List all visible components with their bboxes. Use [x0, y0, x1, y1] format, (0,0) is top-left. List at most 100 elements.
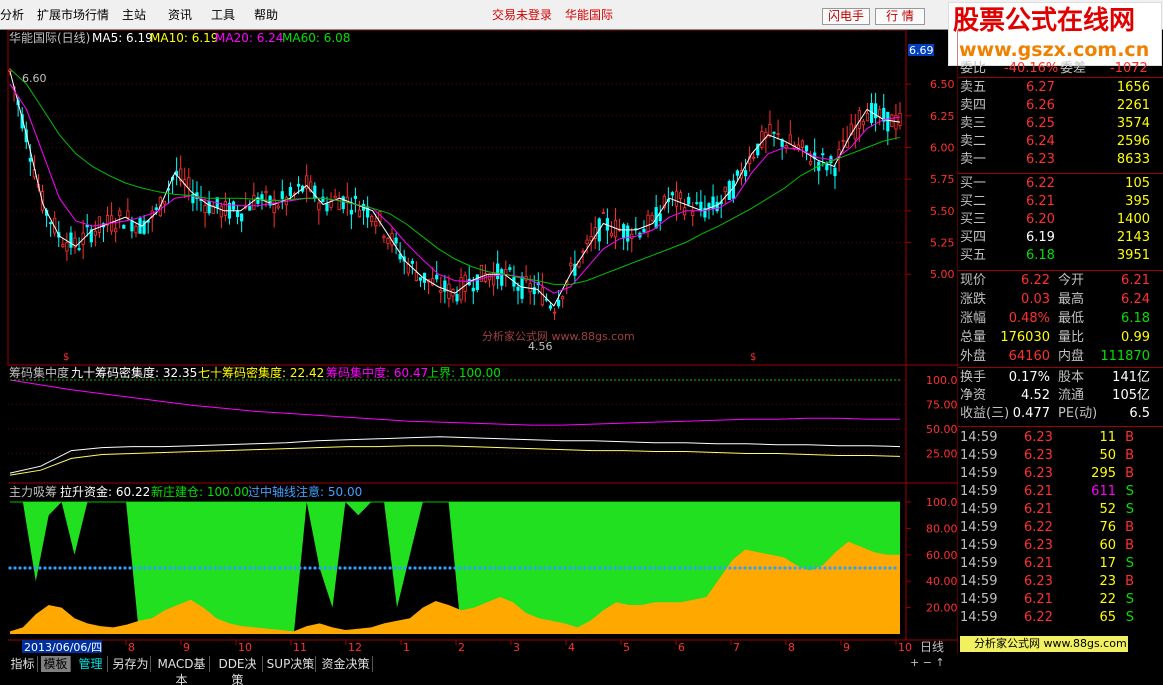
chart-area[interactable]: 华能国际(日线) MA5: 6.19 MA10: 6.19 MA20: 6.24…: [0, 30, 958, 654]
candlesticks: [8, 68, 902, 321]
midline-dot: [88, 566, 92, 570]
midline-dot: [33, 566, 37, 570]
candle-body: [865, 112, 870, 122]
candle-body: [114, 228, 118, 233]
tick-time: 14:59: [960, 520, 998, 535]
midline-dot: [438, 566, 442, 570]
tick-volume: 22: [1099, 592, 1116, 607]
midline-dot: [778, 566, 782, 570]
menu-extended-market[interactable]: 扩展市场行情: [37, 8, 109, 22]
candle-body: [825, 164, 829, 171]
midline-dot: [698, 566, 702, 570]
midline-dot: [408, 566, 412, 570]
fund-label: 净资: [960, 388, 987, 403]
quote-separator: [958, 367, 1163, 368]
stat-label: 总量: [960, 330, 987, 345]
menu-analysis[interactable]: 分析: [0, 8, 24, 22]
candle-body: [691, 211, 695, 216]
midline-dot: [338, 566, 342, 570]
quote-button[interactable]: 行 情: [875, 8, 925, 25]
ask-volume: 2596: [1116, 134, 1150, 149]
ma-line-ma60: [9, 68, 901, 285]
midline-dot: [553, 566, 557, 570]
midline-dot: [428, 566, 432, 570]
candle-body: [85, 224, 89, 228]
candle-body: [463, 274, 467, 292]
y-tick-label: 6.50: [930, 78, 955, 91]
midline-dot: [388, 566, 392, 570]
bottom-tab[interactable]: 另存为: [111, 656, 151, 672]
bid-volume: 3951: [1116, 248, 1150, 263]
bottom-tab[interactable]: MACD基本: [154, 656, 210, 685]
period-label[interactable]: 日线: [920, 640, 944, 654]
menu-tools[interactable]: 工具: [211, 8, 235, 22]
quote-separator: [958, 77, 1163, 78]
candle-body: [207, 201, 211, 214]
menu-news[interactable]: 资讯: [168, 8, 192, 22]
tick-volume: 17: [1099, 556, 1116, 571]
candle-body: [264, 190, 268, 194]
ask-price: 6.25: [1026, 116, 1055, 131]
y-tick-label: 5.50: [930, 205, 955, 218]
stat-label: 今开: [1058, 273, 1085, 288]
tick-price: 6.23: [1024, 538, 1053, 553]
midline-dot: [453, 566, 457, 570]
midline-dot: [623, 566, 627, 570]
midline-dot: [533, 566, 537, 570]
bottom-tab[interactable]: 管理: [74, 656, 108, 672]
bottom-tab[interactable]: 指标: [8, 656, 38, 672]
fund-value: 105亿: [1112, 388, 1150, 403]
bottom-tab[interactable]: DDE决策: [213, 656, 263, 685]
midline-dot: [793, 566, 797, 570]
main-gridlines: [8, 83, 906, 275]
midline-dot: [873, 566, 877, 570]
tick-side: B: [1125, 574, 1134, 589]
midline-dot: [608, 566, 612, 570]
tick-time: 14:59: [960, 430, 998, 445]
bottom-tab[interactable]: 模板: [41, 656, 71, 672]
candle-body: [808, 160, 813, 165]
candle-body: [788, 134, 792, 145]
midline-dot: [823, 566, 827, 570]
tick-price: 6.21: [1024, 556, 1053, 571]
tick-price: 6.21: [1024, 592, 1053, 607]
x-tick-label: 10: [898, 641, 912, 654]
midline-dot: [373, 566, 377, 570]
midline-dot: [78, 566, 82, 570]
candle-body: [687, 196, 691, 205]
candle-body: [800, 140, 805, 148]
midline-dot: [333, 566, 337, 570]
bottom-tab[interactable]: SUP决策: [266, 656, 316, 672]
midline-dot: [23, 566, 27, 570]
midline-dot: [268, 566, 272, 570]
midline-dot: [888, 566, 892, 570]
x-tick-label: 8: [788, 641, 795, 654]
candle-body: [418, 277, 423, 281]
menu-help[interactable]: 帮助: [254, 8, 278, 22]
candle-body: [126, 210, 130, 219]
login-status[interactable]: 交易未登录: [492, 8, 552, 22]
fund-label: 流通: [1058, 388, 1085, 403]
candle-body: [487, 274, 492, 281]
menu-main-station[interactable]: 主站: [122, 8, 146, 22]
midline-dot: [593, 566, 597, 570]
candle-body: [707, 203, 711, 208]
moving-average-lines: [9, 68, 901, 307]
flash-trade-button[interactable]: 闪电手: [822, 8, 870, 25]
tick-side: S: [1125, 502, 1134, 517]
zoom-controls[interactable]: + − ↑: [910, 656, 945, 669]
midline-dot: [753, 566, 757, 570]
tick-side: S: [1125, 556, 1134, 571]
tick-volume: 295: [1091, 466, 1116, 481]
bottom-tab[interactable]: 资金决策: [319, 656, 373, 672]
midline-dot: [158, 566, 162, 570]
candle-body: [561, 296, 565, 300]
y-tick-label: 100.00: [926, 496, 958, 509]
midline-dot: [103, 566, 107, 570]
midline-dot: [403, 566, 407, 570]
midline-dot: [128, 566, 132, 570]
bid-price: 6.18: [1026, 248, 1055, 263]
candle-body: [162, 200, 167, 205]
midline-dot: [253, 566, 257, 570]
candle-body: [187, 177, 191, 189]
